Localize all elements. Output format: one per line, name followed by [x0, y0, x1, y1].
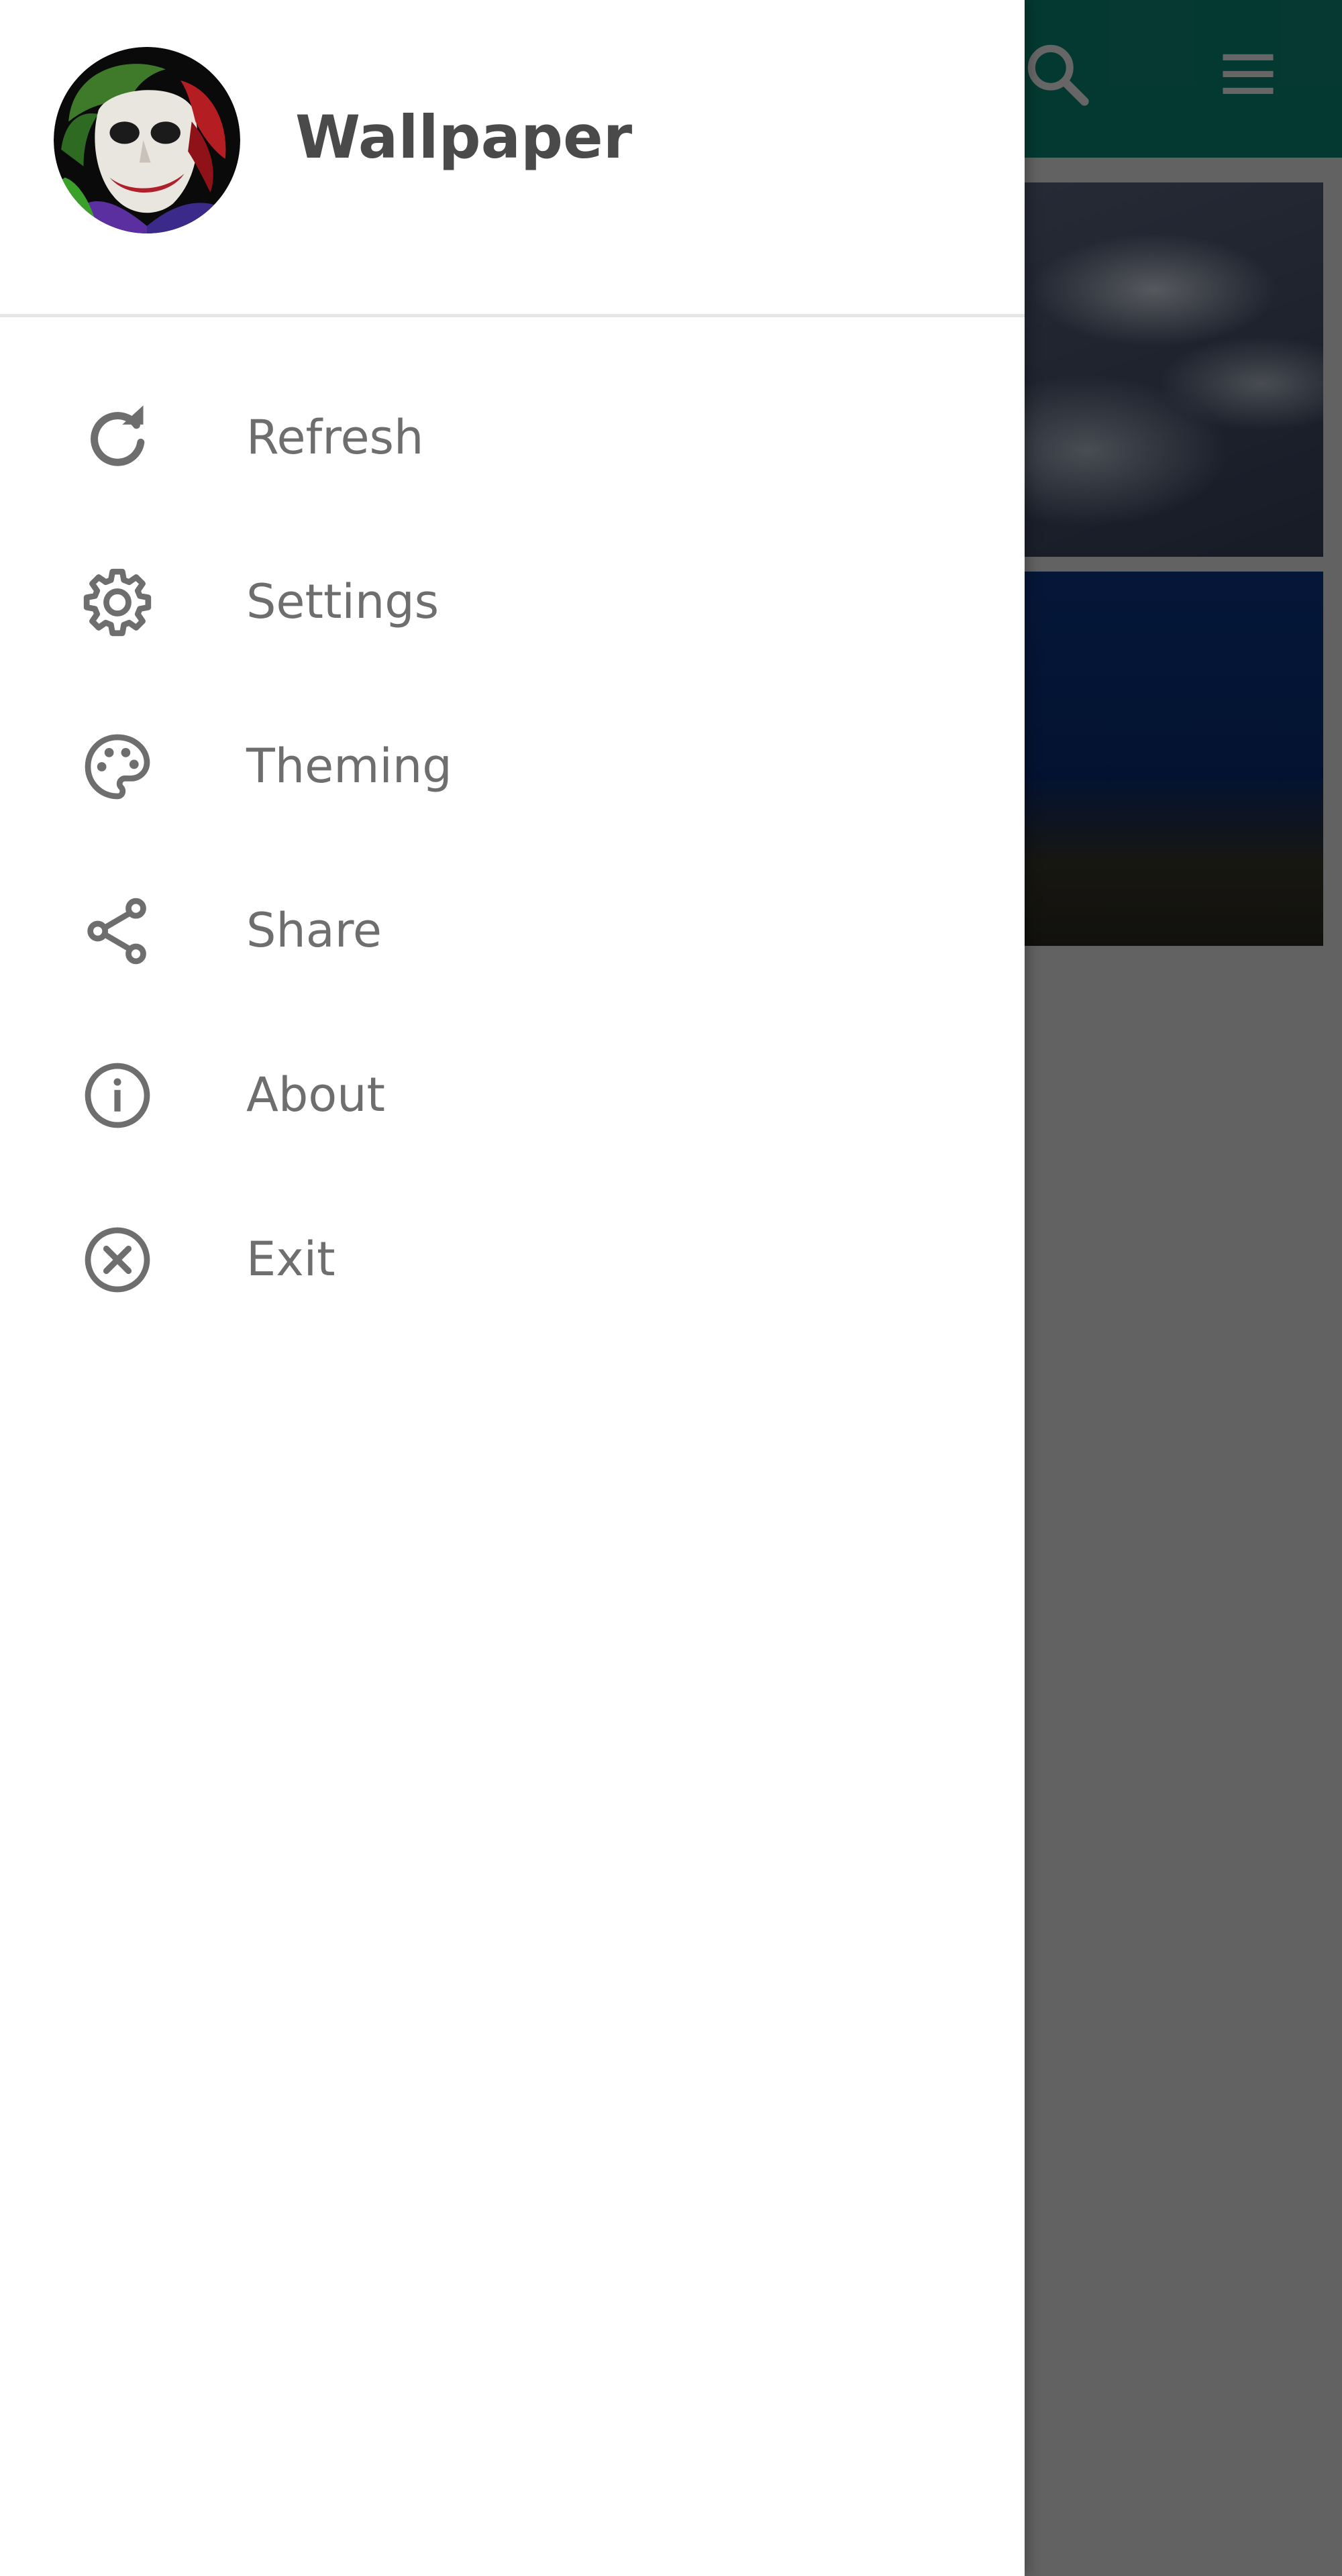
- palette-icon: [74, 723, 161, 810]
- drawer-header: Wallpaper: [0, 0, 1025, 317]
- gear-icon: [74, 559, 161, 646]
- menu-item-label: Exit: [246, 1232, 336, 1287]
- screen: Wallpaper Refresh Settings Theming Share…: [0, 0, 1342, 2576]
- menu-item-label: Settings: [246, 574, 440, 629]
- avatar: [54, 47, 240, 233]
- menu-item-exit[interactable]: Exit: [0, 1184, 1025, 1318]
- refresh-icon: [74, 394, 161, 482]
- navigation-drawer: Wallpaper Refresh Settings Theming Share…: [0, 0, 1025, 2576]
- share-icon: [74, 888, 161, 975]
- menu-item-label: Share: [246, 903, 382, 958]
- menu-item-label: About: [246, 1067, 385, 1122]
- info-icon: [74, 1052, 161, 1139]
- menu-item-label: Theming: [246, 739, 452, 794]
- menu-item-refresh[interactable]: Refresh: [0, 362, 1025, 496]
- menu-item-share[interactable]: Share: [0, 855, 1025, 989]
- app-title: Wallpaper: [295, 103, 633, 172]
- close-circle-icon: [74, 1216, 161, 1303]
- menu-item-label: Refresh: [246, 410, 424, 465]
- menu-item-about[interactable]: About: [0, 1020, 1025, 1154]
- menu-item-settings[interactable]: Settings: [0, 527, 1025, 661]
- menu-item-theming[interactable]: Theming: [0, 691, 1025, 825]
